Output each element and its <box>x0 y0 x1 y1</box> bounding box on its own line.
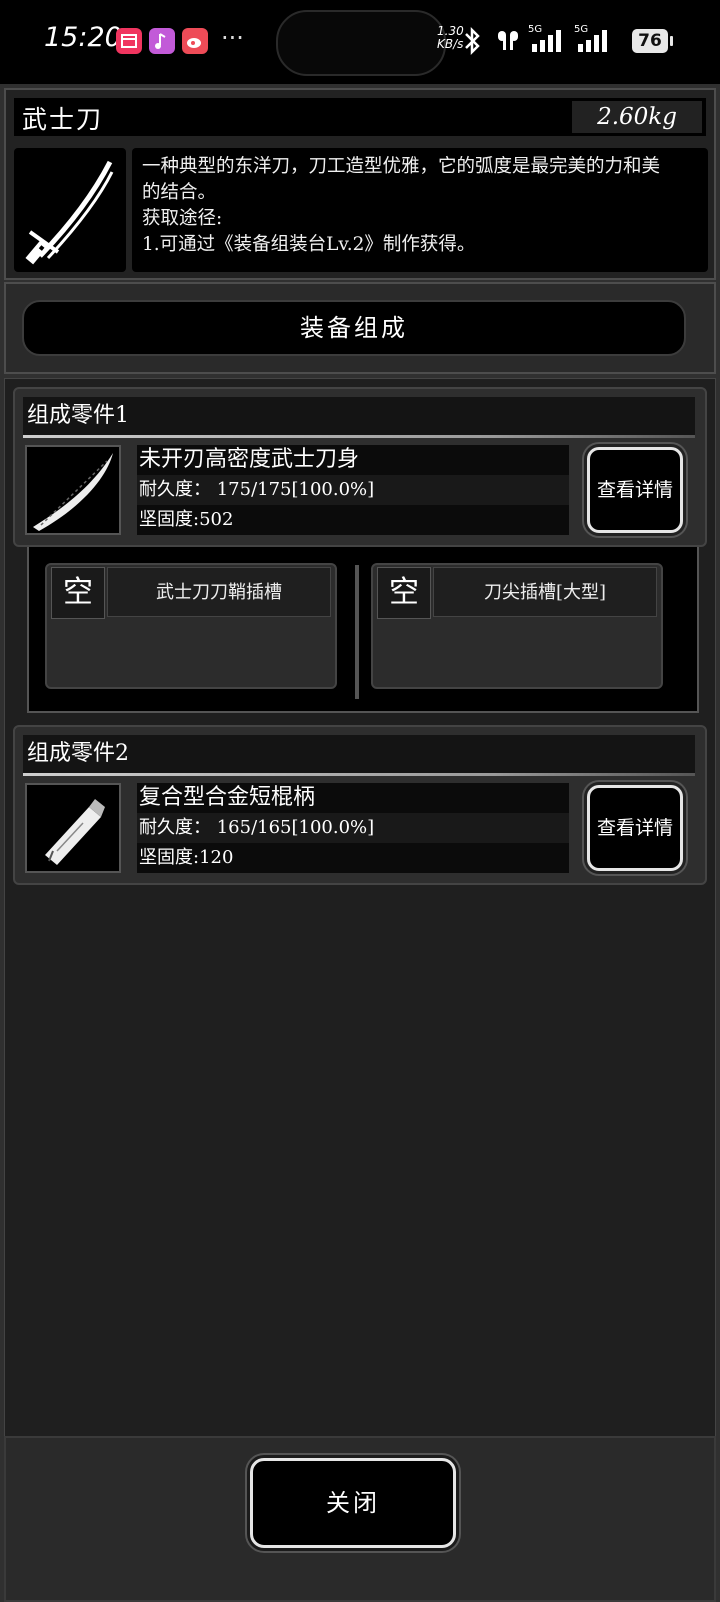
item-name: 武士刀 <box>22 105 104 134</box>
part-durability: 耐久度： 175/175[100.0%] <box>137 475 569 505</box>
slot-status: 空 <box>51 567 105 619</box>
composition-header-panel: 装备组成 <box>4 282 716 374</box>
close-button[interactable]: 关闭 <box>250 1458 456 1548</box>
slot-label: 刀尖插槽[大型] <box>433 567 657 617</box>
slot-label: 武士刀刀鞘插槽 <box>107 567 331 617</box>
item-info-panel: 武士刀 2.60kg 一种典型的东洋刀，刀工造型优雅，它的弧度是最完美的力和美 … <box>4 88 716 280</box>
item-weight: 2.60kg <box>572 101 702 133</box>
weibo-app-icon <box>182 28 208 54</box>
part-name: 复合型合金短棍柄 <box>137 783 569 813</box>
part-title: 组成零件1 <box>23 397 695 435</box>
slot-status: 空 <box>377 567 431 619</box>
part-card-2: 组成零件2 复合型合金短棍柄 耐久度： 165/165[100.0%] 坚固度:… <box>13 725 707 885</box>
katana-icon <box>14 148 126 272</box>
part-title: 组成零件2 <box>23 735 695 773</box>
part-name: 未开刃高密度武士刀身 <box>137 445 569 475</box>
divider <box>23 773 695 776</box>
composition-header: 装备组成 <box>22 300 686 356</box>
signal-5g-icon-1: 5G <box>528 24 570 60</box>
status-bar: 15:20 ··· 1.30 KB/s 5G 5G 76 <box>0 0 720 84</box>
bluetooth-icon <box>460 26 484 60</box>
slot-divider <box>355 565 359 699</box>
music-app-icon <box>149 28 175 54</box>
part-durability: 耐久度： 165/165[100.0%] <box>137 813 569 843</box>
view-details-button-1[interactable]: 查看详情 <box>587 447 683 533</box>
calendar-app-icon <box>116 28 142 54</box>
parts-list: 组成零件1 未开刃高密度武士刀身 耐久度： 175/175[100.0%] 坚固… <box>4 378 716 1518</box>
item-title-bar: 武士刀 2.60kg <box>14 98 706 136</box>
item-detail-window: 武士刀 2.60kg 一种典型的东洋刀，刀工造型优雅，它的弧度是最完美的力和美 … <box>0 84 720 1602</box>
part-hardness: 坚固度:502 <box>137 505 569 535</box>
footer-panel: 关闭 <box>4 1436 716 1602</box>
part-card-1: 组成零件1 未开刃高密度武士刀身 耐久度： 175/175[100.0%] 坚固… <box>13 387 707 547</box>
camera-cutout <box>276 10 446 76</box>
part-hardness: 坚固度:120 <box>137 843 569 873</box>
slot-tip[interactable]: 空 刀尖插槽[大型] <box>371 563 663 689</box>
status-time: 15:20 <box>44 22 122 53</box>
slot-scabbard[interactable]: 空 武士刀刀鞘插槽 <box>45 563 337 689</box>
part-info: 未开刃高密度武士刀身 耐久度： 175/175[100.0%] 坚固度:502 <box>137 445 569 535</box>
blade-icon <box>25 445 121 535</box>
view-details-button-2[interactable]: 查看详情 <box>587 785 683 871</box>
battery-icon: 76 <box>632 29 673 53</box>
item-description: 一种典型的东洋刀，刀工造型优雅，它的弧度是最完美的力和美 的结合。 获取途径: … <box>132 148 708 272</box>
overflow-icon: ··· <box>221 24 244 52</box>
part-info: 复合型合金短棍柄 耐久度： 165/165[100.0%] 坚固度:120 <box>137 783 569 873</box>
handle-icon <box>25 783 121 873</box>
divider <box>23 435 695 438</box>
earbuds-icon <box>494 26 524 60</box>
part-1-slots: 空 武士刀刀鞘插槽 空 刀尖插槽[大型] <box>27 547 699 713</box>
signal-5g-icon-2: 5G <box>574 24 616 60</box>
